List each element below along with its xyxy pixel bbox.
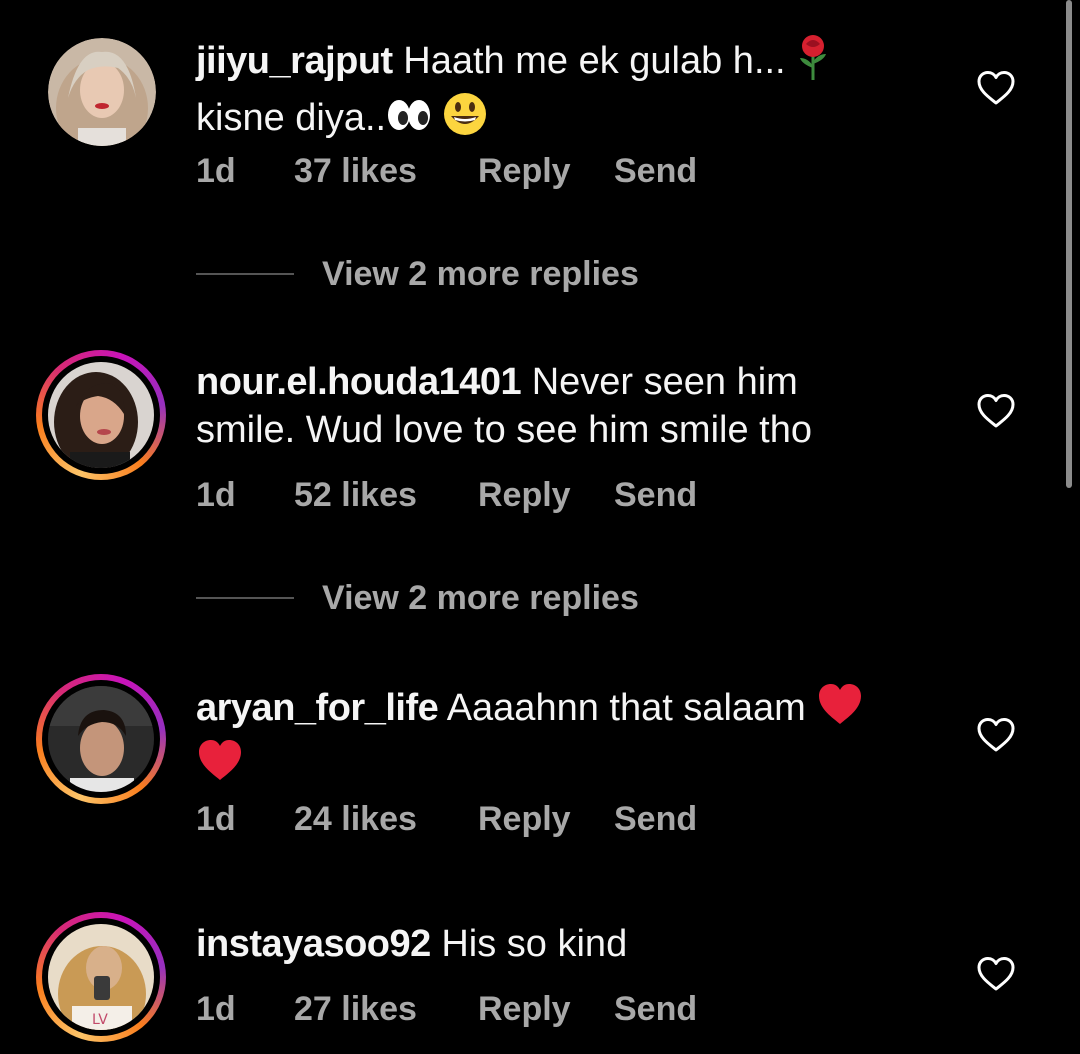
view-replies-label[interactable]: View 2 more replies — [322, 578, 639, 618]
send-button[interactable]: Send — [614, 989, 697, 1029]
comment-body: aryan_for_life Aaaahnn that salaam — [196, 682, 916, 794]
send-button[interactable]: Send — [614, 151, 697, 191]
comment-likes[interactable]: 27 likes — [294, 989, 417, 1029]
view-replies[interactable]: View 2 more replies — [196, 254, 656, 294]
view-replies[interactable]: View 2 more replies — [196, 578, 656, 618]
avatar[interactable] — [36, 350, 166, 480]
comment-body: nour.el.houda1401 Never seen him smile. … — [196, 358, 916, 454]
scrollbar[interactable] — [1066, 0, 1072, 488]
reply-button[interactable]: Reply — [478, 989, 571, 1029]
avatar[interactable]: LV — [36, 912, 166, 1042]
comment-age: 1d — [196, 990, 236, 1028]
comment-username[interactable]: aryan_for_life — [196, 687, 439, 729]
eyes-emoji — [386, 96, 432, 144]
comment-text-line2: smile. Wud love to see him smile tho — [196, 409, 812, 451]
comment-body: jiiyu_rajput Haath me ek gulab h... kisn… — [196, 34, 916, 148]
comment-meta: 1d 24 likes Reply Send — [196, 799, 716, 839]
divider-line — [196, 273, 294, 275]
reply-button[interactable]: Reply — [478, 475, 571, 515]
comment-text: His so kind — [430, 923, 628, 965]
comment-text: Aaaahnn that salaam — [438, 687, 806, 730]
avatar[interactable] — [48, 38, 156, 146]
comment-text: Never seen him — [521, 361, 798, 403]
comment-likes[interactable]: 52 likes — [294, 475, 417, 515]
comment-meta: 1d 37 likes Reply Send — [196, 151, 716, 191]
comment-likes[interactable]: 24 likes — [294, 799, 417, 839]
comment-username[interactable]: jiiyu_rajput — [196, 40, 393, 82]
heart-outline-icon[interactable] — [976, 393, 1016, 429]
divider-line — [196, 597, 294, 599]
red-heart-emoji — [816, 682, 864, 738]
comment-text: Haath me ek gulab h... — [392, 40, 786, 83]
reply-button[interactable]: Reply — [478, 799, 571, 839]
reply-button[interactable]: Reply — [478, 151, 571, 191]
comment-age: 1d — [196, 152, 236, 190]
comment-body: instayasoo92 His so kind — [196, 920, 916, 968]
heart-outline-icon[interactable] — [976, 717, 1016, 753]
grinning-face-emoji — [443, 92, 487, 148]
comment-meta: 1d 27 likes Reply Send — [196, 989, 716, 1029]
comment-text-line2: kisne diya.. — [196, 97, 387, 140]
send-button[interactable]: Send — [614, 475, 697, 515]
heart-outline-icon[interactable] — [976, 956, 1016, 992]
comment-username[interactable]: instayasoo92 — [196, 923, 431, 965]
comment-age: 1d — [196, 800, 236, 838]
avatar[interactable] — [36, 674, 166, 804]
send-button[interactable]: Send — [614, 799, 697, 839]
comment-username[interactable]: nour.el.houda1401 — [196, 361, 522, 403]
comment-meta: 1d 52 likes Reply Send — [196, 475, 716, 515]
heart-outline-icon[interactable] — [976, 70, 1016, 106]
red-heart-emoji — [196, 738, 244, 794]
comment-likes[interactable]: 37 likes — [294, 151, 417, 191]
view-replies-label[interactable]: View 2 more replies — [322, 254, 639, 294]
comment-age: 1d — [196, 476, 236, 514]
rose-emoji — [796, 34, 830, 92]
svg-text:LV: LV — [92, 1012, 108, 1028]
